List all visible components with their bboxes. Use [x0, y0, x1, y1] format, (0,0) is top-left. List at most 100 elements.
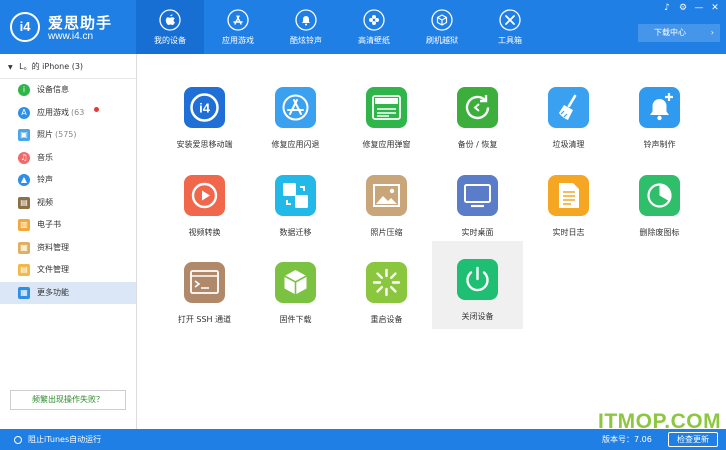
- sidebar-item-count: (575): [55, 130, 77, 139]
- spinner-icon: [366, 262, 407, 303]
- tool-photo-compress[interactable]: 照片压缩: [341, 157, 432, 245]
- radio-icon: [14, 435, 22, 444]
- nav-label: 酷炫铃声: [290, 36, 322, 45]
- sidebar-item-more[interactable]: ▦ 更多功能: [0, 281, 136, 304]
- contacts-icon: ▦: [18, 241, 30, 254]
- sidebar-item-photos[interactable]: ▣ 照片 (575): [0, 124, 136, 147]
- tool-label: 修复应用闪退: [271, 140, 320, 149]
- bell-icon: ▲: [18, 174, 30, 186]
- tool-label: 铃声制作: [643, 140, 676, 149]
- tool-label: 垃圾清理: [552, 140, 585, 149]
- tool-video-convert[interactable]: 视频转换: [159, 157, 250, 245]
- status-bar: 阻止iTunes自动运行 版本号：7.06 检查更新: [0, 429, 726, 450]
- sidebar-item-contacts[interactable]: ▦ 资料管理: [0, 237, 136, 260]
- minimize-icon[interactable]: —: [694, 3, 704, 13]
- grid-icon: ▦: [18, 286, 30, 299]
- music-icon: ♫: [18, 151, 30, 164]
- tool-backup-restore[interactable]: 备份 / 恢复: [432, 69, 523, 157]
- download-center-button[interactable]: 下载中心 ›: [638, 24, 720, 42]
- sidebar-item-apps[interactable]: A 应用游戏 (63: [0, 102, 136, 125]
- version-label: 版本号：7.06: [602, 435, 652, 444]
- sidebar-item-files[interactable]: ▤ 文件管理: [0, 259, 136, 282]
- device-selector[interactable]: ▼ L。的 iPhone (3): [0, 54, 136, 79]
- info-icon: i: [18, 84, 30, 96]
- nav-apps[interactable]: 应用游戏: [204, 0, 272, 54]
- sidebar-item-label: 视频: [37, 197, 53, 207]
- bell-icon: [295, 9, 317, 31]
- tool-ringtone-maker[interactable]: 铃声制作: [614, 69, 705, 157]
- image-compress-icon: [366, 175, 407, 216]
- tool-delete-icons[interactable]: 删除废图标: [614, 157, 705, 245]
- book-icon: ▥: [18, 219, 30, 231]
- tool-firmware-download[interactable]: 固件下载: [250, 244, 341, 332]
- device-name: L。的 iPhone (3): [19, 62, 84, 71]
- settings-icon[interactable]: ⚙: [678, 3, 688, 13]
- nav-toolbox[interactable]: 工具箱: [476, 0, 544, 54]
- logo-badge: i4: [10, 12, 40, 42]
- tool-realtime-log[interactable]: 实时日志: [523, 157, 614, 245]
- nav-ringtones[interactable]: 酷炫铃声: [272, 0, 340, 54]
- download-center-label: 下载中心: [654, 28, 686, 37]
- tool-junk-clean[interactable]: 垃圾清理: [523, 69, 614, 157]
- sidebar-item-label: 更多功能: [37, 287, 69, 297]
- sidebar-item-count: (63: [71, 107, 85, 117]
- app-store-icon: [227, 9, 249, 31]
- sidebar-item-label: 电子书: [37, 220, 61, 229]
- tool-label: 视频转换: [188, 228, 221, 237]
- i4-app-icon: i4: [184, 87, 225, 128]
- sidebar-item-device-info[interactable]: i 设备信息: [0, 79, 136, 102]
- sidebar: ▼ L。的 iPhone (3) i 设备信息 A 应用游戏 (63 ▣ 照片 (5…: [0, 54, 137, 429]
- app-icon: A: [18, 106, 30, 119]
- tool-shutdown-device[interactable]: 关闭设备: [432, 241, 523, 329]
- nav-wallpapers[interactable]: 高清壁纸: [340, 0, 408, 54]
- photo-icon: ▣: [18, 129, 30, 141]
- sidebar-item-label: 应用游戏: [37, 107, 69, 117]
- nav-my-device[interactable]: 我的设备: [136, 0, 204, 54]
- block-itunes-label: 阻止iTunes自动运行: [28, 435, 102, 444]
- apple-icon: [159, 9, 181, 31]
- tool-fix-app-popup[interactable]: 修复应用弹窗: [341, 69, 432, 157]
- check-update-button[interactable]: 检查更新: [668, 432, 718, 447]
- power-icon: [457, 259, 498, 300]
- tool-label: 打开 SSH 通道: [177, 315, 232, 324]
- svg-text:i4: i4: [199, 101, 211, 116]
- tool-label: 修复应用弹窗: [362, 140, 411, 149]
- nav-flash-jailbreak[interactable]: 刷机越狱: [408, 0, 476, 54]
- tool-install-i4-mobile[interactable]: i4 安装爱思移动端: [159, 69, 250, 157]
- video-play-icon: [184, 175, 225, 216]
- nav-label: 工具箱: [498, 36, 522, 45]
- nav-label: 应用游戏: [222, 36, 254, 45]
- chevron-right-icon: ›: [710, 28, 714, 37]
- tool-label: 照片压缩: [370, 228, 403, 237]
- sidebar-item-ringtones[interactable]: ▲ 铃声: [0, 169, 136, 192]
- nav-label: 我的设备: [154, 36, 186, 45]
- tool-data-migrate[interactable]: 数据迁移: [250, 157, 341, 245]
- appstore-repair-icon: [275, 87, 316, 128]
- backup-restore-icon: [457, 87, 498, 128]
- tool-label: 实时桌面: [461, 228, 494, 237]
- flower-icon: [363, 9, 385, 31]
- tool-restart-device[interactable]: 重启设备: [341, 244, 432, 332]
- block-itunes-toggle[interactable]: 阻止iTunes自动运行: [14, 429, 101, 450]
- sidebar-item-ebooks[interactable]: ▥ 电子书: [0, 214, 136, 237]
- sidebar-item-label: 设备信息: [37, 85, 69, 94]
- nav-label: 刷机越狱: [426, 36, 458, 45]
- tool-realtime-desktop[interactable]: 实时桌面: [432, 157, 523, 245]
- video-icon: ▤: [18, 196, 30, 209]
- close-icon[interactable]: ✕: [710, 3, 720, 13]
- sidebar-item-videos[interactable]: ▤ 视频: [0, 192, 136, 215]
- window-controls: ♪ ⚙ — ✕: [662, 3, 720, 13]
- tool-open-ssh[interactable]: 打开 SSH 通道: [159, 244, 250, 332]
- monitor-icon: [457, 175, 498, 216]
- pie-icon: [639, 175, 680, 216]
- feedback-button[interactable]: 频繁出现操作失败？: [10, 390, 126, 410]
- tool-label: 关闭设备: [461, 312, 494, 321]
- sidebar-item-music[interactable]: ♫ 音乐: [0, 147, 136, 170]
- skin-icon[interactable]: ♪: [662, 3, 672, 13]
- log-icon: [548, 175, 589, 216]
- tool-label: 固件下载: [279, 315, 312, 324]
- notification-dot: [94, 106, 99, 112]
- tool-fix-app-crash[interactable]: 修复应用闪退: [250, 69, 341, 157]
- apple-id-icon: [366, 87, 407, 128]
- logo: i4 爱思助手 www.i4.cn: [10, 10, 144, 44]
